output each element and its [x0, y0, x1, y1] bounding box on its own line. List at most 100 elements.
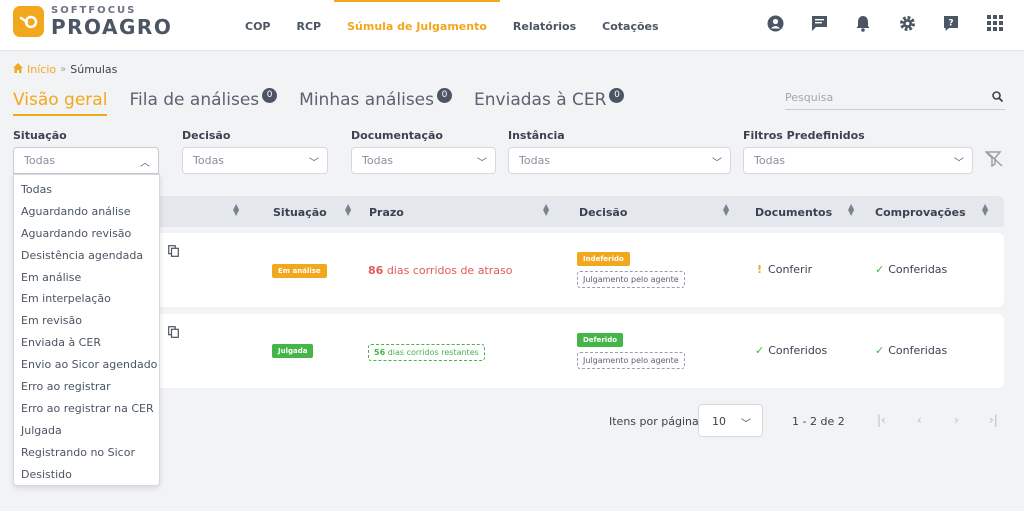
situacao-option[interactable]: Aguardando análise [14, 201, 159, 223]
copy-icon[interactable] [168, 245, 179, 260]
search-input[interactable]: Pesquisa [785, 88, 1005, 110]
column-comprovacoes[interactable]: Comprovações [875, 206, 966, 219]
sort-icon[interactable]: ▲ ▼ [345, 203, 351, 217]
select-value: Todas [362, 154, 394, 167]
apps-grid-icon[interactable] [985, 13, 1005, 33]
chevron-down-icon: ﹀ [309, 158, 319, 169]
prazo-number: 86 [368, 264, 384, 277]
chevron-down-icon: ﹀ [741, 419, 751, 430]
page-range: 1 - 2 de 2 [792, 415, 845, 428]
documentos-status[interactable]: ! Conferir [757, 263, 812, 276]
tab-label: Minhas análises [299, 90, 435, 110]
brand-logo[interactable]: SOFTFOCUS PROAGRO [13, 6, 172, 37]
gear-icon[interactable] [897, 13, 917, 33]
check-icon: ✓ [755, 344, 765, 357]
tab-count-badge: 0 [437, 88, 453, 103]
decisao-select[interactable]: Todas ﹀ [182, 147, 328, 174]
search-icon[interactable] [992, 91, 1004, 105]
situacao-option[interactable]: Registrando no Sicor [14, 442, 159, 464]
select-value: Todas [754, 154, 786, 167]
situacao-option[interactable]: Desistido [14, 464, 159, 486]
situacao-dropdown: Todas Aguardando análise Aguardando revi… [13, 174, 160, 486]
chevron-down-icon: ﹀ [954, 158, 964, 169]
situacao-option[interactable]: Todas [14, 179, 159, 201]
tab-fila-analises[interactable]: Fila de análises 0 [129, 88, 278, 116]
prazo-text: dias corridos de atraso [386, 264, 513, 277]
nav-rcp[interactable]: RCP [284, 0, 335, 51]
table-row[interactable]: Em análise 86 dias corridos de atraso In… [160, 233, 1004, 307]
search-placeholder: Pesquisa [785, 91, 834, 104]
situacao-option[interactable]: Aguardando revisão [14, 223, 159, 245]
tab-label: Enviadas à CER [474, 90, 607, 110]
check-icon: ✓ [875, 263, 885, 276]
prazo-value: 56 dias corridos restantes [368, 344, 485, 361]
header-actions: ? [765, 13, 1005, 33]
tab-label: Visão geral [13, 90, 108, 110]
situacao-option[interactable]: Em revisão [14, 310, 159, 332]
status-badge: Julgada [272, 344, 314, 358]
brand-name: PROAGRO [51, 15, 173, 39]
comprovacoes-label: Conferidas [888, 263, 948, 276]
next-page-icon[interactable]: › [954, 413, 959, 427]
items-per-page-select[interactable]: 10 ﹀ [698, 404, 763, 437]
nav-cop[interactable]: COP [232, 0, 284, 51]
situacao-select[interactable]: Todas ︿ [13, 147, 159, 174]
breadcrumb-home[interactable]: Início [27, 63, 56, 76]
bell-icon[interactable] [853, 13, 873, 33]
column-decisao[interactable]: Decisão [579, 206, 627, 219]
last-page-icon[interactable]: ›| [989, 413, 998, 427]
chevron-down-icon: ﹀ [477, 158, 487, 169]
tab-enviadas-cer[interactable]: Enviadas à CER 0 [474, 88, 625, 116]
copy-icon[interactable] [168, 326, 179, 341]
situacao-option[interactable]: Erro ao registrar [14, 376, 159, 398]
tab-visao-geral[interactable]: Visão geral [13, 90, 108, 116]
nav-relatorios[interactable]: Relatórios [500, 0, 589, 51]
first-page-icon[interactable]: |‹ [877, 413, 886, 427]
situacao-option[interactable]: Em análise [14, 267, 159, 289]
situacao-option[interactable]: Enviada à CER [14, 332, 159, 354]
check-icon: ✓ [875, 344, 885, 357]
situacao-option[interactable]: Envio ao Sicor agendado [14, 354, 159, 376]
user-icon[interactable] [765, 13, 785, 33]
prev-page-icon[interactable]: ‹ [917, 413, 922, 427]
chevron-down-icon: ﹀ [712, 158, 722, 169]
items-per-page-label: Itens por página [609, 415, 699, 428]
clear-filter-icon[interactable] [984, 151, 1003, 170]
decision-origin-tag: Julgamento pelo agente [577, 271, 685, 288]
instancia-select[interactable]: Todas ﹀ [508, 147, 731, 174]
home-icon [13, 63, 23, 76]
situacao-option[interactable]: Desistência agendada [14, 245, 159, 267]
comprovacoes-status: ✓ Conferidas [875, 263, 947, 276]
tab-minhas-analises[interactable]: Minhas análises 0 [299, 88, 453, 116]
nav-sumula[interactable]: Súmula de Julgamento [334, 0, 500, 51]
status-badge: Em análise [272, 264, 327, 278]
sort-icon[interactable]: ▲ ▼ [982, 203, 988, 217]
documentos-label: Conferidos [768, 344, 828, 357]
situacao-option[interactable]: Julgada [14, 420, 159, 442]
documentos-status: ✓ Conferidos [755, 344, 827, 357]
sort-icon[interactable]: ▲ ▼ [233, 203, 239, 217]
sort-icon[interactable]: ▲ ▼ [848, 203, 854, 217]
sort-icon[interactable]: ▲ ▼ [543, 203, 549, 217]
help-icon[interactable]: ? [941, 13, 961, 33]
tab-label: Fila de análises [129, 90, 260, 110]
prazo-value: 86 dias corridos de atraso [368, 264, 512, 277]
filtros-predefinidos-select[interactable]: Todas ﹀ [743, 147, 973, 174]
nav-cotacoes[interactable]: Cotações [589, 0, 671, 51]
situacao-option[interactable]: Em interpelação [14, 288, 159, 310]
documentacao-select[interactable]: Todas ﹀ [351, 147, 496, 174]
filter-label-documentacao: Documentação [351, 129, 443, 142]
svg-text:?: ? [948, 18, 953, 28]
chat-icon[interactable] [809, 13, 829, 33]
documentos-label: Conferir [768, 263, 813, 276]
prazo-text: dias corridos restantes [387, 348, 479, 357]
table-row[interactable]: Julgada 56 dias corridos restantes Defer… [160, 314, 1004, 388]
column-documentos[interactable]: Documentos [755, 206, 832, 219]
tab-count-badge: 0 [262, 88, 278, 103]
sort-icon[interactable]: ▲ ▼ [723, 203, 729, 217]
column-situacao[interactable]: Situação [273, 206, 327, 219]
decision-badge: Indeferido [577, 252, 630, 266]
filter-label-decisao: Decisão [182, 129, 231, 142]
column-prazo[interactable]: Prazo [369, 206, 404, 219]
situacao-option[interactable]: Erro ao registrar na CER [14, 398, 159, 420]
